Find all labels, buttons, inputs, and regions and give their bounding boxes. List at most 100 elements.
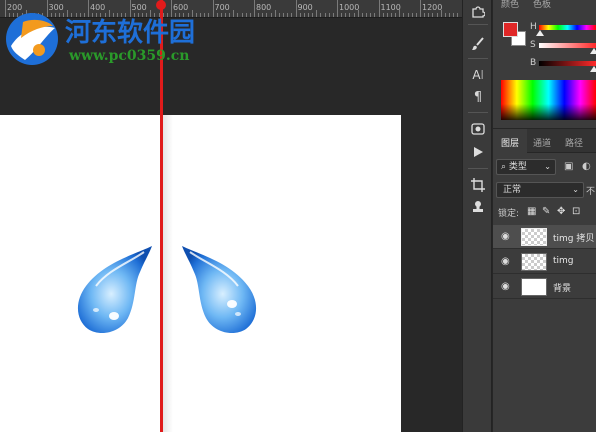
lock-position-icon[interactable]: ✥ [557,206,568,218]
visibility-eye-icon[interactable]: ◉ [501,281,513,293]
ruler-tick [399,10,401,17]
ruler-tick [233,10,235,17]
toolbar-divider [468,168,488,169]
watermark: 河东软件园 www.pc0359.cn [3,8,213,70]
ruler-tick [337,0,338,17]
ruler-tick [411,13,413,17]
ruler-tick [366,13,368,17]
puzzle-piece-icon[interactable] [469,2,487,20]
color-spectrum[interactable] [501,80,596,120]
kind-filter-value: 类型 [508,162,527,172]
ruler-label: 1100 [380,3,401,12]
opacity-label: 不 [586,187,596,197]
ruler-tick [254,0,255,17]
document-shadow [163,115,173,432]
tab-swatches[interactable]: 色板 [533,0,551,10]
saturation-slider-thumb[interactable] [590,48,596,54]
stamp-icon[interactable] [469,198,487,216]
tab-channels[interactable]: 通道 [533,136,551,149]
ruler-tick [332,13,334,17]
layer-row-background[interactable]: ◉ 背景 [493,275,596,299]
lock-artboard-icon[interactable]: ⊡ [572,206,583,218]
tab-color[interactable]: 颜色 [501,0,519,10]
paragraph-icon[interactable]: ¶ [469,88,487,106]
ruler-tick [440,10,442,17]
ruler-tick [374,13,376,17]
lock-transparency-icon[interactable]: ▦ [527,206,538,218]
ruler-tick [245,13,247,17]
lock-pixels-icon[interactable]: ✎ [542,206,553,218]
brightness-slider-thumb[interactable] [590,66,596,72]
layer-thumbnail [521,278,547,296]
ruler-tick [428,13,430,17]
image-filter-icon[interactable]: ▣ [564,161,576,173]
watermark-url: www.pc0359.cn [69,48,190,64]
ruler-tick [316,10,318,17]
layer-name: 背景 [553,284,572,294]
ruler-tick [386,13,388,17]
toolbar-divider [468,24,488,25]
ruler-tick [436,13,438,17]
ruler-tick [424,13,426,17]
ruler-tick [278,13,280,17]
type-icon[interactable]: A | [469,66,487,84]
ruler-label: 900 [297,3,313,12]
visibility-eye-icon[interactable]: ◉ [501,256,513,268]
crop-icon[interactable] [469,176,487,194]
ruler-tick [353,13,355,17]
brightness-slider[interactable] [539,61,596,66]
layer-row-timg[interactable]: ◉ timg [493,250,596,274]
ruler-label: 1000 [339,3,360,12]
ruler-tick [415,13,417,17]
visibility-eye-icon[interactable]: ◉ [501,231,513,243]
ruler-tick [258,13,260,17]
ruler-label: 700 [214,3,230,12]
ruler-tick [457,13,459,17]
ruler-tick [299,13,301,17]
play-icon[interactable] [469,143,487,161]
blend-mode-select[interactable]: 正常 ⌄ [496,182,584,198]
ruler-tick [241,13,243,17]
ruler-tick [224,13,226,17]
layer-kind-filter[interactable]: ⌕ 类型 ⌄ [496,159,556,175]
chevron-down-icon: ⌄ [544,162,551,171]
ruler-tick [220,13,222,17]
ruler-tick [382,13,384,17]
ruler-tick [378,0,380,17]
chevron-down-icon: ⌄ [572,185,579,194]
layer-name: timg 拷贝 [553,234,595,244]
ruler-tick [403,13,405,17]
hue-slider-thumb[interactable] [536,30,544,36]
ruler-tick [249,13,251,17]
foreground-color-swatch[interactable] [503,22,518,37]
layer-thumbnail [521,228,547,246]
ruler-tick [349,13,351,17]
adjustment-filter-icon[interactable]: ◐ [582,161,594,173]
ruler-tick [266,13,268,17]
ruler-tick [420,0,421,17]
ruler-tick [262,13,264,17]
ruler-tick [345,13,347,17]
tab-paths[interactable]: 路径 [565,136,583,149]
watermark-title: 河东软件园 [65,18,196,48]
adjust-icon[interactable] [469,120,487,138]
ruler-tick [432,13,434,17]
layer-filter-row: ⌕ 类型 ⌄ ▣ ◐ [496,159,596,175]
toolbar-divider [468,58,488,59]
brush-icon[interactable] [469,35,487,53]
tab-layers[interactable]: 图层 [501,136,519,149]
left-water-drop[interactable] [74,244,156,336]
ruler-tick [324,13,326,17]
saturation-slider[interactable] [539,43,596,48]
ruler-tick [370,13,372,17]
right-water-drop[interactable] [178,244,260,336]
layers-panel: 图层 通道 路径 ⌕ 类型 ⌄ ▣ ◐ 正常 ⌄ 不 锁定: ▦ ✎ ✥ ⊡ ◉… [493,128,596,432]
layer-row-timg-copy[interactable]: ◉ timg 拷贝 [493,225,596,249]
hue-slider[interactable] [539,25,596,30]
ruler-tick [270,13,272,17]
ruler-tick [357,10,359,17]
canvas-area[interactable]: 2003004005006007008009001000110012001300… [0,0,462,432]
ruler-tick [361,13,363,17]
toolbar-divider [468,112,488,113]
ruler-tick [237,13,239,17]
